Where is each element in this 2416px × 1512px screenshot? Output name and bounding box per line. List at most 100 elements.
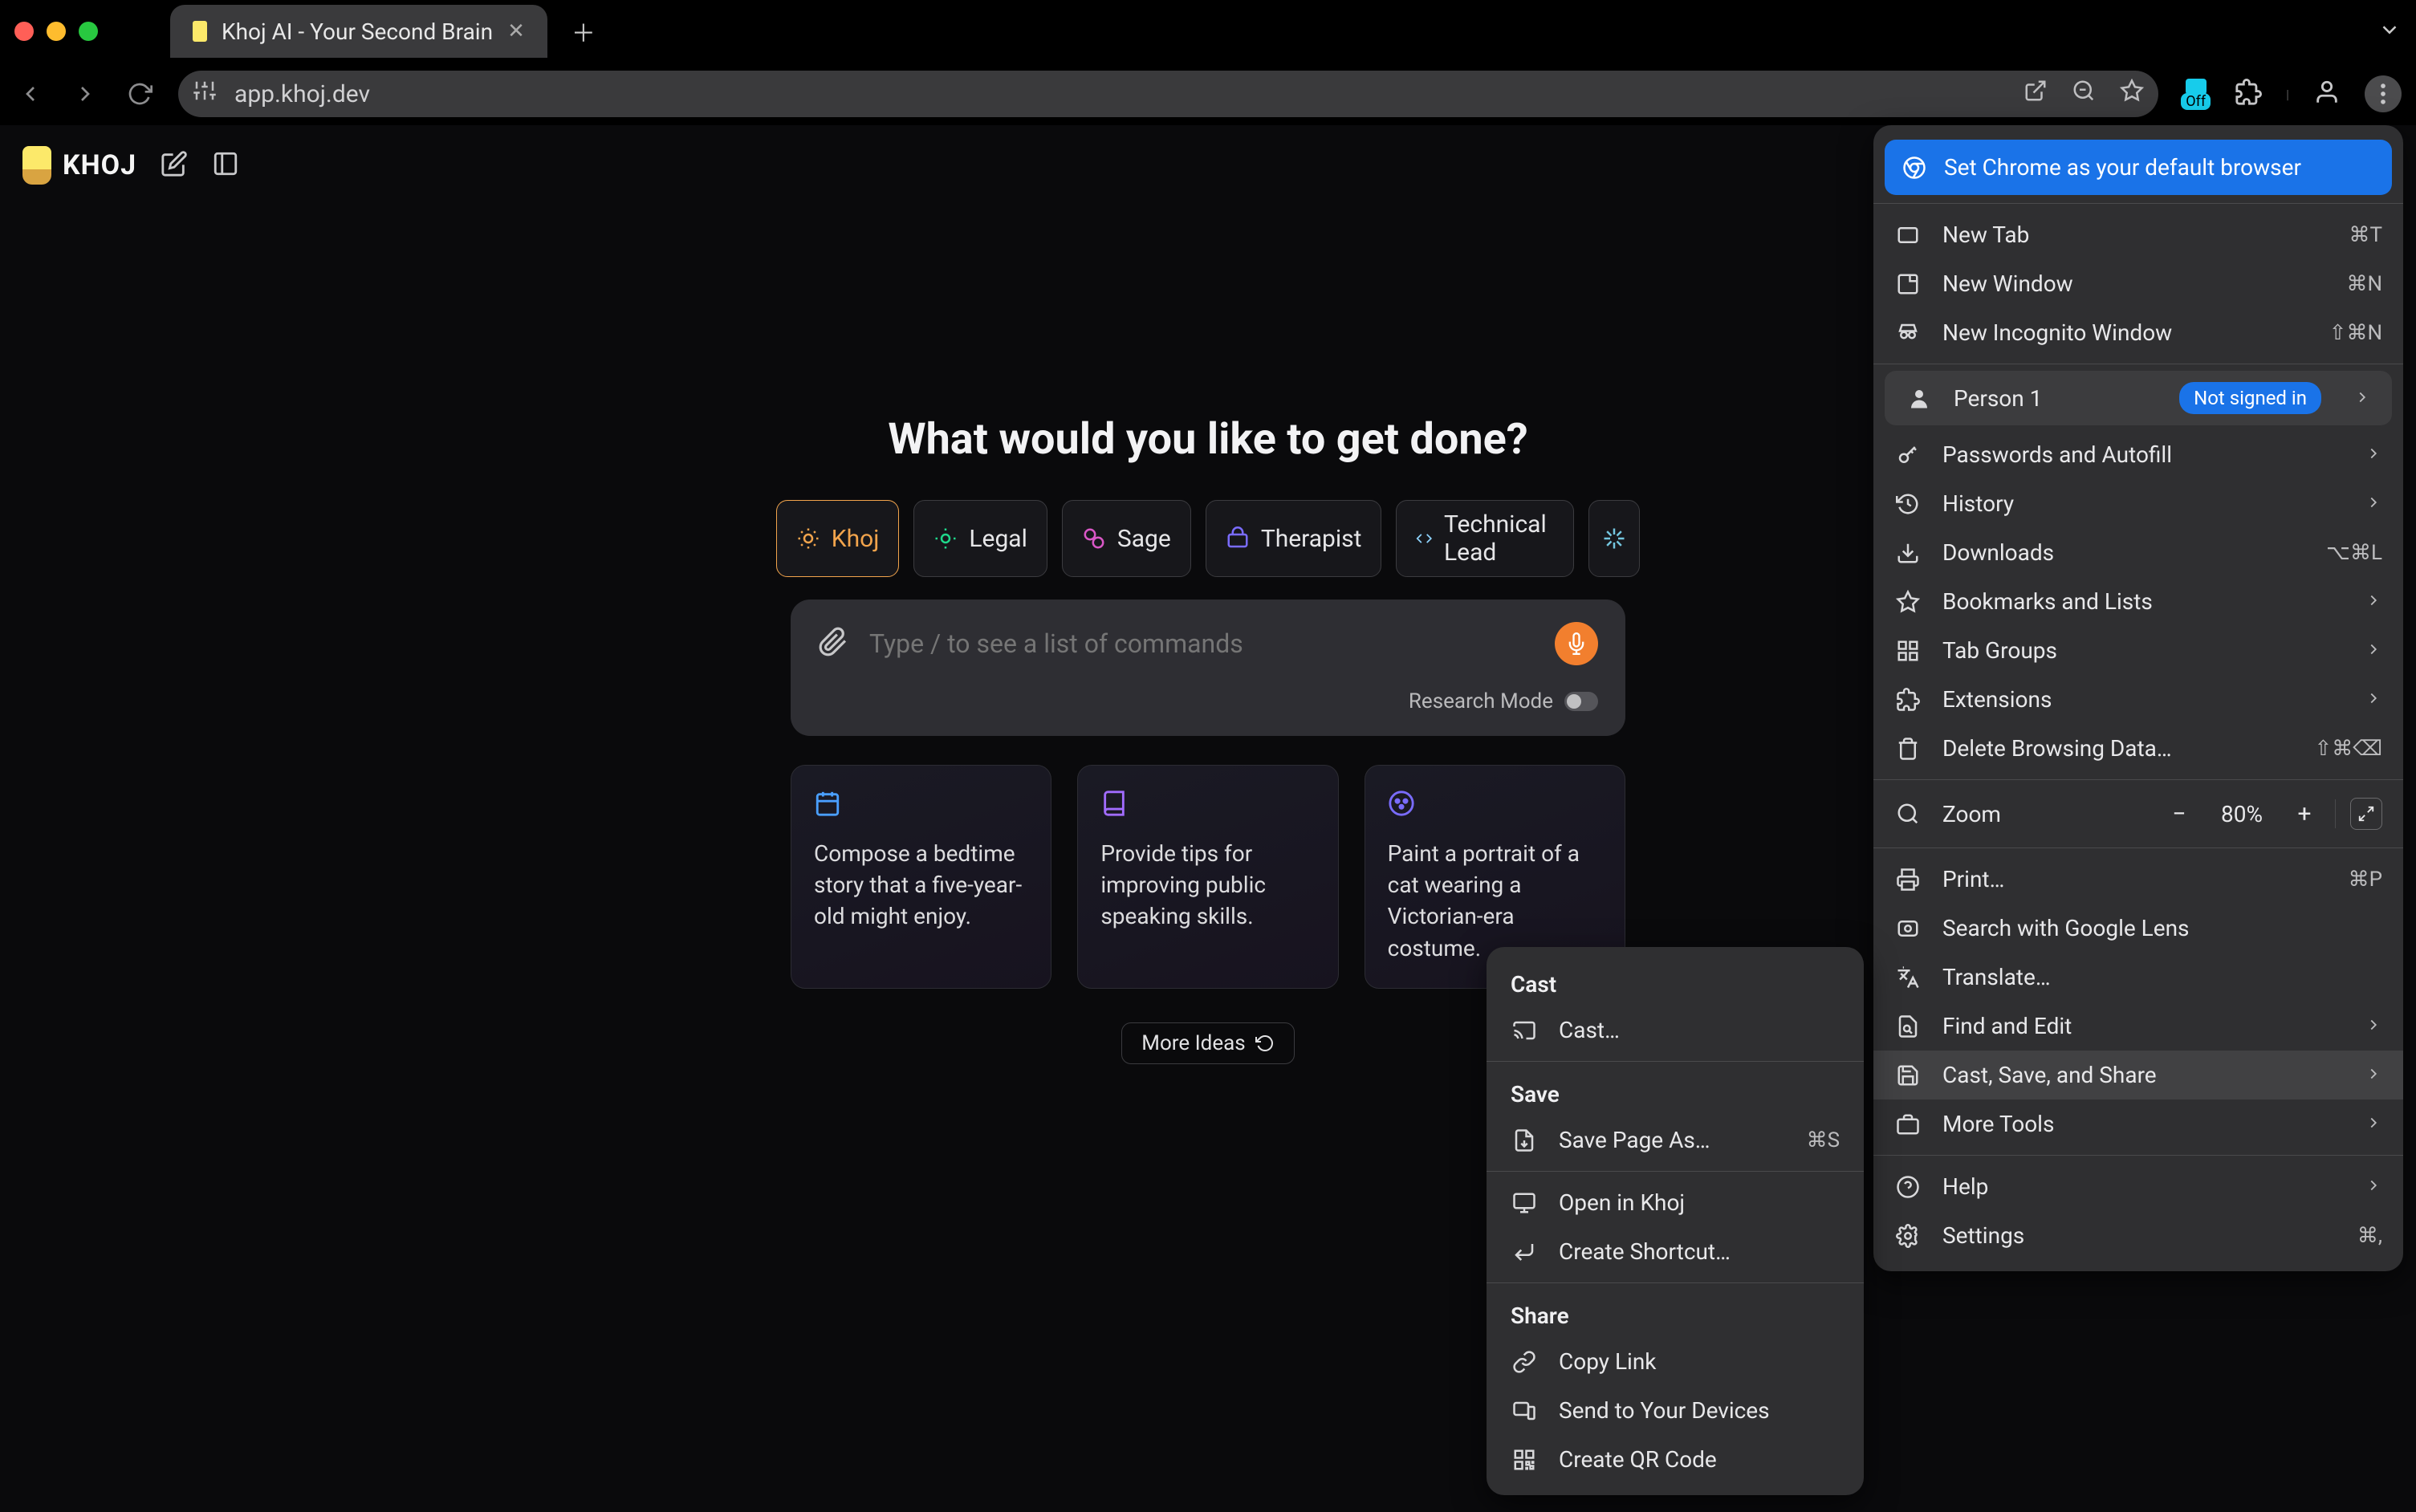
open-external-icon[interactable]	[2024, 79, 2048, 109]
default-browser-banner[interactable]: Set Chrome as your default browser	[1885, 140, 2392, 195]
find-icon	[1894, 1014, 1922, 1038]
translate-icon	[1894, 965, 1922, 990]
submenu-open-khoj[interactable]: Open in Khoj	[1487, 1178, 1864, 1227]
menu-translate[interactable]: Translate…	[1873, 953, 2403, 1002]
site-settings-icon[interactable]	[193, 79, 217, 109]
menu-settings[interactable]: Settings ⌘,	[1873, 1211, 2403, 1260]
menu-person[interactable]: Person 1 Not signed in	[1885, 371, 2392, 425]
address-bar[interactable]: app.khoj.dev	[178, 71, 2158, 117]
sidebar-toggle-icon[interactable]	[212, 150, 239, 181]
menu-cast-save-share[interactable]: Cast, Save, and Share	[1873, 1051, 2403, 1099]
chip-legal[interactable]: Legal	[913, 500, 1047, 577]
menu-help[interactable]: Help	[1873, 1162, 2403, 1211]
submenu-save-header: Save	[1487, 1068, 1864, 1116]
submenu-cast[interactable]: Cast…	[1487, 1006, 1864, 1055]
menu-incognito[interactable]: New Incognito Window ⇧⌘N	[1873, 308, 2403, 357]
close-window-button[interactable]	[14, 22, 34, 41]
menu-label: Find and Edit	[1942, 1013, 2072, 1039]
menu-new-tab[interactable]: New Tab ⌘T	[1873, 210, 2403, 259]
menu-bookmarks[interactable]: Bookmarks and Lists	[1873, 577, 2403, 626]
forward-button[interactable]	[69, 78, 101, 110]
devices-icon	[1511, 1399, 1538, 1423]
browser-menu-button[interactable]	[2365, 75, 2402, 112]
chevron-right-icon	[2365, 1173, 2382, 1200]
menu-find[interactable]: Find and Edit	[1873, 1002, 2403, 1051]
attach-icon[interactable]	[818, 627, 848, 660]
menu-print[interactable]: Print… ⌘P	[1873, 855, 2403, 904]
mic-button[interactable]	[1555, 622, 1598, 665]
tab-groups-icon	[1894, 639, 1922, 663]
page-content: KHOJ What would you like to get done? Kh…	[0, 125, 2416, 1512]
submenu-save-page[interactable]: Save Page As… ⌘S	[1487, 1116, 1864, 1164]
chip-therapist[interactable]: Therapist	[1206, 500, 1382, 577]
submenu-copy-link[interactable]: Copy Link	[1487, 1337, 1864, 1386]
star-icon	[1894, 590, 1922, 614]
suggestion-card[interactable]: Compose a bedtime story that a five-year…	[791, 765, 1051, 989]
toggle-switch[interactable]	[1564, 692, 1598, 711]
minimize-window-button[interactable]	[47, 22, 66, 41]
chevron-right-icon	[2365, 1111, 2382, 1137]
submenu-send-devices[interactable]: Send to Your Devices	[1487, 1386, 1864, 1435]
prompt-box: Research Mode	[791, 600, 1625, 736]
zoom-window-button[interactable]	[79, 22, 98, 41]
shortcut: ⇧⌘⌫	[2314, 737, 2382, 761]
save-page-icon	[1511, 1128, 1538, 1152]
new-note-icon[interactable]	[161, 150, 188, 181]
submenu-create-shortcut[interactable]: Create Shortcut…	[1487, 1227, 1864, 1276]
shortcut: ⌘S	[1807, 1128, 1840, 1152]
chip-label: Legal	[969, 525, 1027, 553]
chip-label: Khoj	[832, 525, 880, 553]
back-button[interactable]	[14, 78, 47, 110]
close-tab-icon[interactable]: ✕	[507, 19, 525, 43]
history-icon	[1894, 492, 1922, 516]
monitor-icon	[1511, 1191, 1538, 1215]
research-mode-toggle[interactable]: Research Mode	[818, 689, 1598, 713]
menu-lens[interactable]: Search with Google Lens	[1873, 904, 2403, 953]
cast-icon	[1511, 1018, 1538, 1043]
traffic-lights	[14, 22, 98, 41]
menu-passwords[interactable]: Passwords and Autofill	[1873, 430, 2403, 479]
bookmark-star-icon[interactable]	[2120, 79, 2144, 109]
chip-more[interactable]	[1588, 500, 1640, 577]
shortcut: ⇧⌘N	[2329, 321, 2382, 345]
submenu-cast-header: Cast	[1487, 958, 1864, 1006]
zoom-indicator-icon[interactable]	[2072, 79, 2096, 109]
menu-downloads[interactable]: Downloads ⌥⌘L	[1873, 528, 2403, 577]
menu-label: Settings	[1942, 1222, 2024, 1249]
menu-label: New Window	[1942, 270, 2073, 297]
card-text: Provide tips for improving public speaki…	[1100, 838, 1315, 933]
card-text: Paint a portrait of a cat wearing a Vict…	[1388, 838, 1602, 964]
chrome-icon	[1902, 156, 1926, 180]
menu-new-window[interactable]: New Window ⌘N	[1873, 259, 2403, 308]
extensions-icon[interactable]	[2235, 79, 2262, 109]
fullscreen-button[interactable]	[2350, 798, 2382, 830]
menu-label: Downloads	[1942, 539, 2054, 566]
menu-more-tools[interactable]: More Tools	[1873, 1099, 2403, 1148]
reload-button[interactable]	[124, 78, 156, 110]
menu-tab-groups[interactable]: Tab Groups	[1873, 626, 2403, 675]
browser-tab[interactable]: Khoj AI - Your Second Brain ✕	[170, 5, 547, 58]
profile-icon[interactable]	[2313, 79, 2341, 109]
menu-label: Copy Link	[1559, 1348, 1657, 1375]
chip-technical-lead[interactable]: Technical Lead	[1396, 500, 1574, 577]
menu-label: Translate…	[1942, 964, 2051, 990]
print-icon	[1894, 868, 1922, 892]
new-tab-button[interactable]: ＋	[571, 14, 596, 49]
window-dropdown-icon[interactable]	[2377, 18, 2402, 45]
zoom-out-button[interactable]: −	[2163, 798, 2195, 830]
menu-label: Help	[1942, 1173, 1988, 1200]
chip-sage[interactable]: Sage	[1062, 500, 1191, 577]
extensions-menu-icon	[1894, 688, 1922, 712]
menu-extensions[interactable]: Extensions	[1873, 675, 2403, 724]
more-ideas-button[interactable]: More Ideas	[1121, 1022, 1294, 1064]
khoj-logo[interactable]: KHOJ	[22, 146, 136, 185]
chevron-right-icon	[2365, 490, 2382, 517]
chip-khoj[interactable]: Khoj	[776, 500, 900, 577]
menu-history[interactable]: History	[1873, 479, 2403, 528]
vpn-off-badge[interactable]: Off	[2181, 79, 2211, 110]
menu-delete-data[interactable]: Delete Browsing Data… ⇧⌘⌫	[1873, 724, 2403, 773]
zoom-in-button[interactable]: +	[2288, 798, 2320, 830]
prompt-input[interactable]	[869, 628, 1534, 659]
suggestion-card[interactable]: Provide tips for improving public speaki…	[1077, 765, 1338, 989]
submenu-qr[interactable]: Create QR Code	[1487, 1435, 1864, 1484]
